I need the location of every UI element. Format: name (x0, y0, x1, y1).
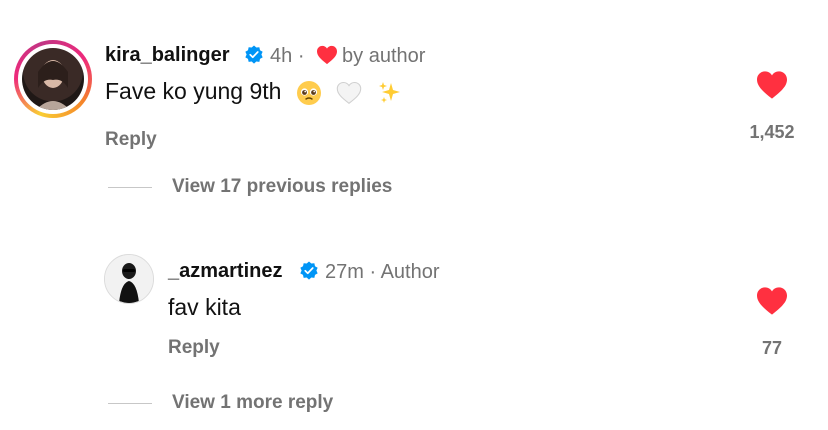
author-label: Author (380, 261, 440, 283)
comment-text: fav kita (168, 294, 241, 320)
comment-kira-balinger: kira_balinger 4h · by author Fave ko yun… (0, 0, 828, 210)
reply-button[interactable]: Reply (168, 337, 220, 359)
avatar (22, 48, 84, 110)
comment-azmartinez: _azmartinez 27m · Author fav kita Reply … (0, 240, 828, 430)
reply-button[interactable]: Reply (105, 129, 157, 151)
liked-by-author-label: by author (342, 45, 426, 67)
timestamp: 27m (325, 261, 364, 283)
divider-line (108, 402, 152, 404)
like-count: 1,452 (749, 122, 795, 142)
comment-text: Fave ko yung 9th (105, 78, 403, 106)
white-heart-emoji-icon (336, 81, 362, 104)
username[interactable]: kira_balinger (105, 44, 230, 67)
like-count: 77 (761, 338, 783, 358)
comment-meta: 4h · by author (270, 45, 425, 68)
like-heart-icon[interactable] (755, 70, 789, 100)
pleading-face-emoji-icon (296, 80, 321, 105)
avatar[interactable] (104, 254, 154, 304)
verified-badge-icon (300, 261, 318, 280)
view-previous-replies-label: View 17 previous replies (172, 176, 393, 197)
like-heart-icon[interactable] (755, 286, 789, 316)
verified-badge-icon (245, 45, 263, 64)
view-more-replies-label: View 1 more reply (172, 392, 334, 413)
liked-by-author-heart-icon (317, 45, 338, 65)
avatar-story-ring[interactable] (14, 40, 92, 118)
username[interactable]: _azmartinez (168, 260, 283, 283)
view-more-replies-button[interactable]: View 1 more reply (108, 391, 333, 415)
view-previous-replies-button[interactable]: View 17 previous replies (108, 175, 392, 199)
timestamp: 4h (270, 45, 293, 67)
separator-dot: · (297, 45, 305, 67)
comment-text-content: Fave ko yung 9th (105, 78, 282, 104)
comment-meta: 27m · Author (325, 261, 440, 284)
divider-line (108, 186, 152, 188)
sparkles-emoji-icon (378, 81, 400, 103)
separator-dot: · (369, 261, 377, 283)
